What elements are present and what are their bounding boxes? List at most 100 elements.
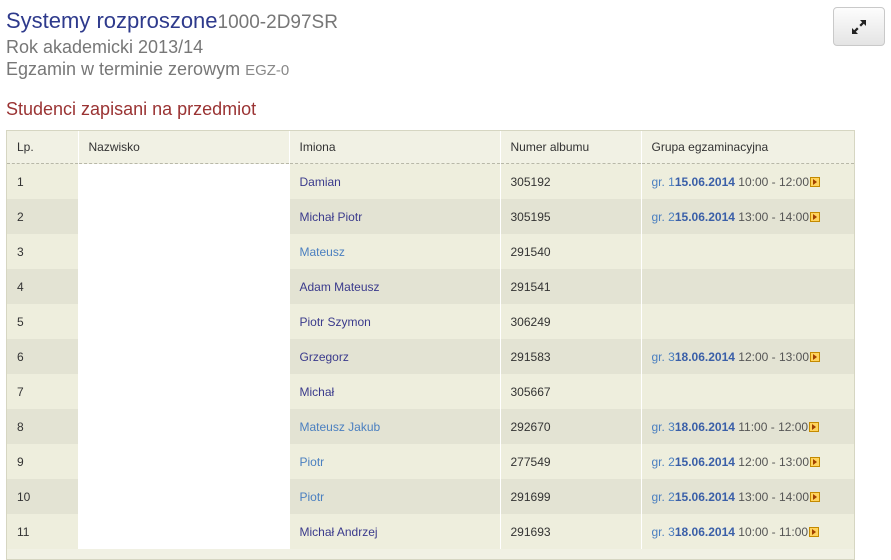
group-date: 18.06.2014	[674, 524, 735, 539]
group-time: 12:00 - 13:00	[738, 349, 809, 364]
cell-imiona: Michał	[288, 374, 500, 409]
cell-lp: 11	[7, 514, 78, 549]
group-prefix: gr. 3	[651, 419, 675, 434]
cell-lp: 2	[7, 199, 78, 234]
cell-imiona: Damian	[288, 163, 500, 199]
exam-code: EGZ-0	[245, 62, 290, 79]
cell-album: 292670	[499, 409, 641, 444]
group-prefix: gr. 1	[651, 174, 675, 189]
cell-grupa-empty	[640, 374, 854, 409]
exam-group-link[interactable]: gr. 215.06.2014 13:00 - 14:00	[651, 489, 820, 504]
cell-nazwisko-redacted	[77, 409, 289, 444]
cell-album: 291541	[499, 269, 641, 304]
cell-lp: 6	[7, 339, 78, 374]
student-name-link[interactable]: Adam Mateusz	[300, 280, 380, 294]
cell-imiona: Mateusz	[288, 234, 500, 269]
col-header-lp[interactable]: Lp.	[7, 131, 78, 164]
student-name-link[interactable]: Mateusz	[300, 245, 345, 259]
arrow-box-icon[interactable]	[810, 212, 820, 223]
expand-button[interactable]	[833, 7, 885, 46]
cell-grupa-empty	[640, 269, 854, 304]
student-name-link[interactable]: Michał Andrzej	[300, 525, 378, 539]
cell-grupa: gr. 318.06.2014 10:00 - 11:00	[640, 514, 854, 549]
cell-imiona: Grzegorz	[288, 339, 500, 374]
cell-grupa-empty	[640, 304, 854, 339]
cell-nazwisko-redacted	[77, 304, 289, 339]
student-name-link[interactable]: Piotr	[300, 490, 325, 504]
arrow-box-icon[interactable]	[810, 457, 820, 468]
student-name-link[interactable]: Piotr Szymon	[300, 315, 371, 329]
exam-group-link[interactable]: gr. 115.06.2014 10:00 - 12:00	[651, 174, 820, 189]
table-row: 1 Damian 305192 gr. 115.06.2014 10:00 - 12:…	[7, 163, 854, 199]
cell-nazwisko-redacted	[77, 444, 289, 479]
group-time: 12:00 - 13:00	[738, 454, 809, 469]
cell-grupa: gr. 215.06.2014 13:00 - 14:00	[640, 479, 854, 514]
students-table: Lp. Nazwisko Imiona Numer albumu Grupa e…	[6, 130, 855, 560]
table-header-row: Lp. Nazwisko Imiona Numer albumu Grupa e…	[7, 131, 854, 164]
col-header-imiona[interactable]: Imiona	[288, 131, 500, 164]
table-row: 11 Michał Andrzej 291693 gr. 318.06.2014 10…	[7, 514, 854, 549]
exam-group-link[interactable]: gr. 318.06.2014 12:00 - 13:00	[651, 349, 820, 364]
cell-imiona: Piotr Szymon	[288, 304, 500, 339]
cell-grupa: gr. 115.06.2014 10:00 - 12:00	[640, 163, 854, 199]
cell-nazwisko-redacted	[77, 199, 289, 234]
cell-lp: 1	[7, 163, 78, 199]
academic-year: Rok akademicki 2013/14	[6, 37, 204, 57]
cell-grupa: gr. 318.06.2014 11:00 - 12:00	[640, 409, 854, 444]
group-time: 13:00 - 14:00	[738, 209, 809, 224]
exam-term: Egzamin w terminie zerowym EGZ-0	[6, 59, 289, 80]
expand-arrows-icon	[852, 19, 866, 34]
col-header-nazwisko[interactable]: Nazwisko	[77, 131, 289, 164]
group-prefix: gr. 2	[651, 209, 675, 224]
cell-album: 305192	[499, 163, 641, 199]
exam-group-link[interactable]: gr. 215.06.2014 12:00 - 13:00	[651, 454, 820, 469]
group-prefix: gr. 3	[651, 349, 675, 364]
cell-grupa: gr. 215.06.2014 13:00 - 14:00	[640, 199, 854, 234]
group-time: 10:00 - 12:00	[738, 174, 809, 189]
arrow-box-icon[interactable]	[810, 177, 820, 188]
cell-imiona: Piotr	[288, 444, 500, 479]
col-header-grupa[interactable]: Grupa egzaminacyjna	[640, 131, 854, 164]
arrow-box-icon[interactable]	[810, 492, 820, 503]
table-row: 9 Piotr 277549 gr. 215.06.2014 12:00 - 13:0…	[7, 444, 854, 479]
arrow-box-icon[interactable]	[810, 352, 820, 363]
cell-album: 305195	[499, 199, 641, 234]
group-prefix: gr. 2	[651, 489, 675, 504]
student-name-link[interactable]: Piotr	[300, 455, 325, 469]
cell-imiona: Piotr	[288, 479, 500, 514]
student-name-link[interactable]: Grzegorz	[300, 350, 349, 364]
student-name-link[interactable]: Michał	[300, 385, 335, 399]
exam-group-link[interactable]: gr. 318.06.2014 11:00 - 12:00	[652, 420, 820, 434]
cell-nazwisko-redacted	[77, 339, 289, 374]
cell-album: 291540	[499, 234, 641, 269]
page-title: Systemy rozproszone1000-2D97SR	[6, 8, 338, 34]
cell-imiona: Mateusz Jakub	[288, 409, 500, 444]
arrow-box-icon[interactable]	[809, 422, 820, 433]
exam-name: Egzamin w terminie zerowym	[6, 59, 241, 79]
group-time: 13:00 - 14:00	[738, 489, 809, 504]
exam-group-link[interactable]: gr. 215.06.2014 13:00 - 14:00	[651, 209, 820, 224]
student-name-link[interactable]: Mateusz Jakub	[300, 420, 381, 434]
cell-lp: 7	[7, 374, 78, 409]
cell-nazwisko-redacted	[77, 234, 289, 269]
cell-nazwisko-redacted	[77, 374, 289, 409]
table-row: 3 Mateusz 291540	[7, 234, 854, 269]
cell-album: 306249	[499, 304, 641, 339]
col-header-album[interactable]: Numer albumu	[499, 131, 641, 164]
student-name-link[interactable]: Michał Piotr	[300, 210, 363, 224]
group-date: 18.06.2014	[674, 419, 735, 434]
arrow-box-icon[interactable]	[809, 527, 820, 538]
cell-lp: 4	[7, 269, 78, 304]
exam-group-link[interactable]: gr. 318.06.2014 10:00 - 11:00	[652, 525, 820, 539]
cell-imiona: Michał Piotr	[288, 199, 500, 234]
group-prefix: gr. 2	[651, 454, 675, 469]
student-name-link[interactable]: Damian	[300, 175, 341, 189]
group-time: 11:00 - 12:00	[738, 419, 809, 434]
group-prefix: gr. 3	[651, 524, 675, 539]
cell-lp: 3	[7, 234, 78, 269]
cell-nazwisko-redacted	[77, 163, 289, 199]
cell-lp: 8	[7, 409, 78, 444]
cell-album: 291583	[499, 339, 641, 374]
group-time: 10:00 - 11:00	[738, 524, 809, 539]
cell-album: 291693	[499, 514, 641, 549]
